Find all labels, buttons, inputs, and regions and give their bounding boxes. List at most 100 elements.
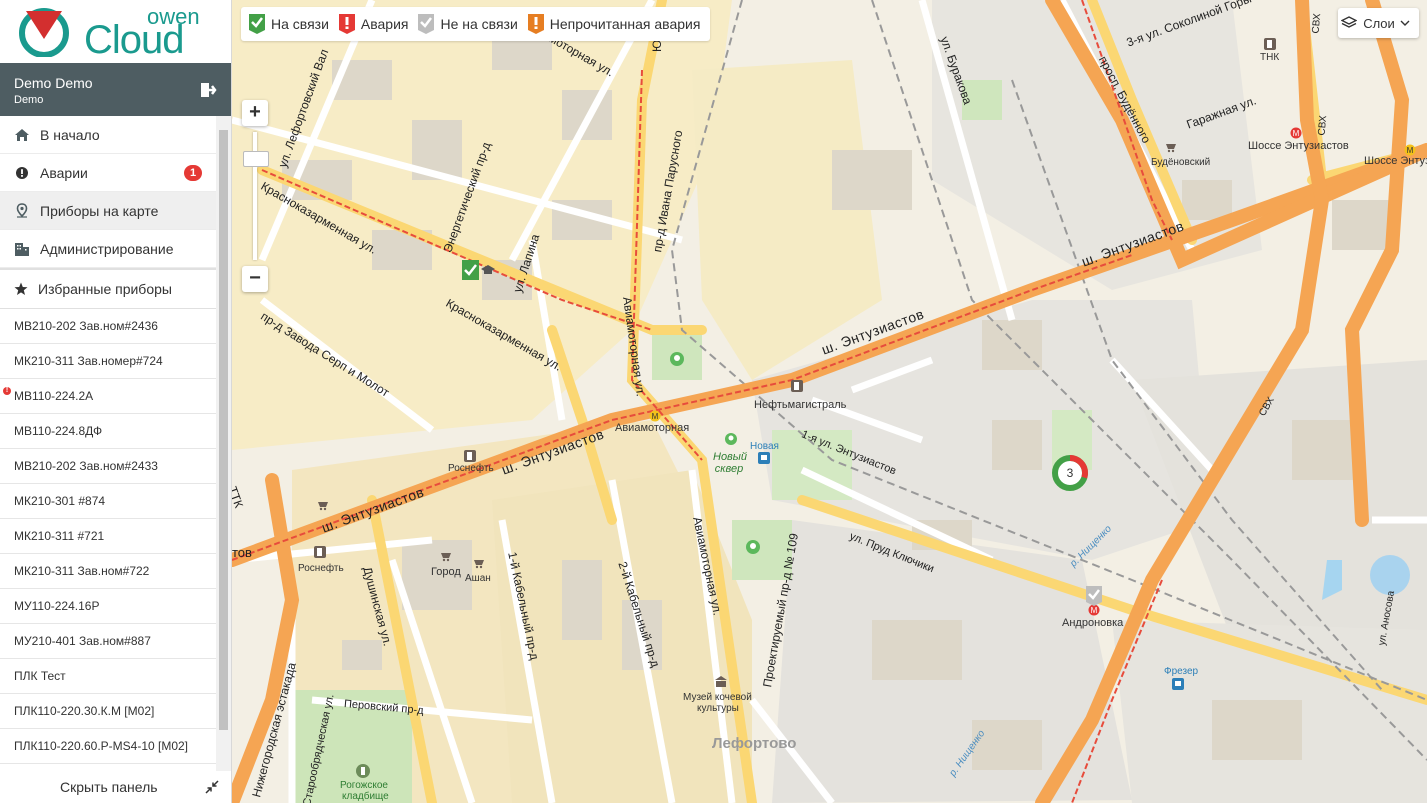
device-item[interactable]: ПЛК110-220.30.К.М [M02] (0, 694, 216, 729)
nav-item-home[interactable]: В начало (0, 116, 216, 154)
shop-icon (474, 560, 484, 569)
logo-cloud-text: Cloud (84, 18, 185, 62)
device-label: МВ210-202 Зав.ном#2436 (14, 319, 158, 333)
device-item[interactable]: МВ110-224.8ДФ (0, 414, 216, 449)
zoom-out-button[interactable]: − (242, 266, 268, 292)
device-item[interactable]: МК210-311 Зав.номер#724 (0, 344, 216, 379)
metro-label: Шоссе Энтузиастов (1364, 155, 1427, 167)
poi-label: Рогожское (340, 780, 388, 791)
metro-label: Авиамоторная (615, 422, 690, 434)
logo[interactable]: owen Cloud (0, 0, 231, 63)
poi-label: Город (431, 566, 461, 578)
sidebar: owen Cloud Demo Demo Demo В начало Авари… (0, 0, 232, 803)
cluster-count: 3 (1066, 466, 1074, 480)
station-label: Андроновка (1062, 617, 1124, 629)
park-icon (746, 540, 760, 554)
device-item[interactable]: МУ210-401 Зав.ном#887 (0, 624, 216, 659)
hide-panel-label: Скрыть панель (60, 779, 158, 795)
device-cluster[interactable]: 3 (1051, 454, 1089, 492)
legend-label: Авария (360, 16, 409, 32)
device-item[interactable]: МВ210-202 Зав.ном#2433 (0, 449, 216, 484)
device-item[interactable]: ! МВ110-224.2А (0, 379, 216, 414)
poi-label: культуры (697, 703, 739, 714)
poi-label: Ашан (465, 573, 491, 584)
device-label: МВ210-202 Зав.ном#2433 (14, 459, 158, 473)
poi-label: Роснефть (448, 463, 494, 474)
user-org: Demo (14, 94, 44, 106)
svg-text:M: M (1293, 129, 1300, 138)
device-label: МК210-311 Зав.номер#724 (14, 354, 163, 368)
gas-station-icon (791, 380, 803, 392)
train-icon (1172, 678, 1184, 690)
favorites-header: Избранные приборы (0, 268, 216, 309)
metro-icon: M (1404, 144, 1416, 156)
legend-online: На связи (249, 14, 329, 34)
device-label: МУ110-224.16Р (14, 599, 100, 613)
layers-icon (1341, 16, 1358, 28)
map-pin-icon (14, 203, 30, 219)
alarm-status-icon (338, 14, 355, 34)
cemetery-icon (356, 764, 370, 778)
sidebar-scrollbar[interactable] (216, 116, 231, 803)
device-offline-marker[interactable] (1086, 586, 1102, 611)
legend-label: Непрочитанная авария (549, 16, 701, 32)
legend-offline: Не на связи (418, 14, 518, 34)
nav-item-label: В начало (40, 126, 100, 143)
home-icon (14, 127, 30, 143)
museum-icon (715, 676, 727, 687)
device-item[interactable]: МК210-311 #721 (0, 519, 216, 554)
legend-label: На связи (271, 16, 329, 32)
device-item[interactable]: ПЛК Тест (0, 659, 216, 694)
district-label: Лефортово (712, 735, 797, 752)
metro-icon: M (649, 410, 661, 422)
building-icon (14, 241, 30, 257)
device-item[interactable]: МК210-301 #874 (0, 484, 216, 519)
poi-label: Роснефть (298, 563, 344, 574)
poi-label: кладбище (342, 791, 389, 802)
device-item[interactable]: МУ110-224.16Р (0, 589, 216, 624)
device-online-marker[interactable] (462, 260, 496, 285)
svg-text:M: M (1407, 146, 1414, 155)
park-label: Новый сквер (713, 451, 748, 475)
gas-station-icon (1264, 38, 1276, 50)
nav-item-devices-map[interactable]: Приборы на карте (0, 192, 216, 230)
logout-icon[interactable] (199, 81, 217, 99)
nav-item-label: Администрирование (40, 240, 174, 257)
nav-item-label: Приборы на карте (40, 202, 159, 219)
shop-icon (1166, 144, 1176, 153)
map-view[interactable]: ш. Энтузиастов ш. Энтузиастов ш. Энтузиа… (232, 0, 1427, 803)
device-label: ПЛК110-220.30.К.М [M02] (14, 704, 155, 718)
hide-panel-button[interactable]: Скрыть панель (0, 771, 231, 803)
device-label: ПЛК Тест (14, 669, 66, 683)
shop-icon (318, 502, 328, 511)
poi-label: Будёновский (1151, 157, 1211, 168)
poi-label: Нефтьмагистраль (754, 399, 847, 411)
gas-station-icon (314, 546, 326, 558)
zoom-in-button[interactable]: + (242, 100, 268, 126)
user-name: Demo Demo (14, 75, 93, 91)
scrollbar-thumb[interactable] (219, 130, 228, 730)
user-bar: Demo Demo Demo (0, 63, 231, 116)
nav-item-admin[interactable]: Администрирование (0, 230, 216, 268)
device-item[interactable]: МВ210-202 Зав.ном#2436 (0, 309, 216, 344)
device-item[interactable]: МК210-311 Зав.ном#722 (0, 554, 216, 589)
street-label: СВХ (1310, 12, 1324, 34)
unread-alarm-status-icon (527, 14, 544, 34)
status-legend: На связи Авария Не на связи Непрочитанна… (241, 7, 711, 41)
layers-button[interactable]: Слои (1338, 8, 1419, 38)
zoom-slider-handle[interactable] (243, 151, 269, 167)
device-label: МК210-311 #721 (14, 529, 105, 543)
legend-alarm: Авария (338, 14, 409, 34)
device-label: МУ210-401 Зав.ном#887 (14, 634, 151, 648)
nav-item-alarms[interactable]: Аварии 1 (0, 154, 216, 192)
offline-check-icon (1086, 586, 1102, 606)
device-item[interactable]: ПЛК110-220.60.Р-MS4-10 [M02] (0, 729, 216, 764)
metro-icon: M (1290, 127, 1302, 139)
poi-label: ТНК (1260, 52, 1280, 63)
alarm-count-badge: 1 (184, 165, 202, 181)
street-label: СВХ (1316, 114, 1330, 136)
favorites-label: Избранные приборы (38, 281, 172, 297)
device-label: МВ110-224.2А (14, 389, 94, 403)
online-check-icon (462, 260, 495, 280)
device-label: ПЛК110-220.60.Р-MS4-10 [M02] (14, 739, 189, 753)
